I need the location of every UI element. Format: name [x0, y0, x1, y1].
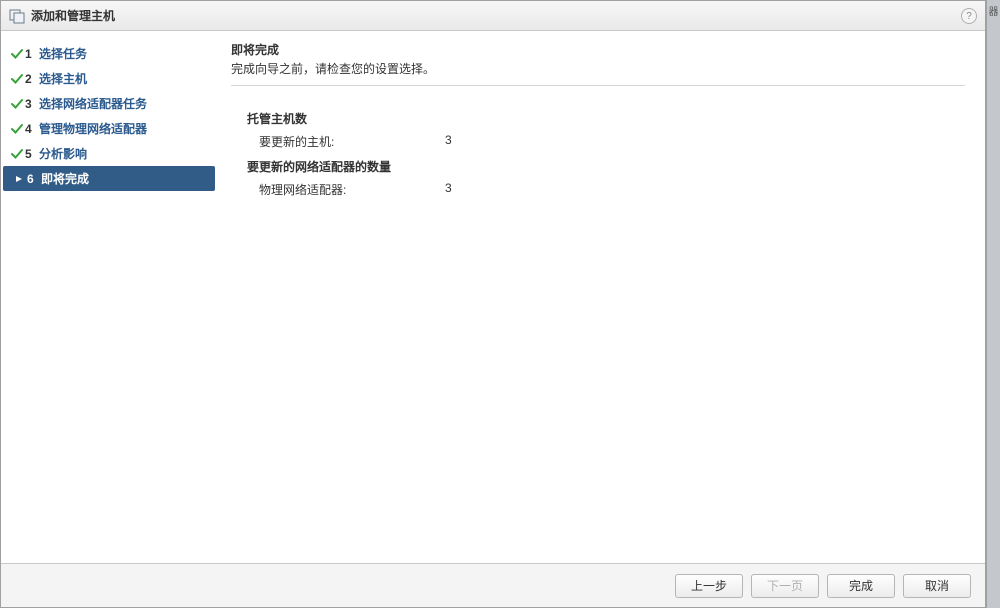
help-icon[interactable]: ?	[961, 8, 977, 24]
summary-row: 物理网络适配器:3	[231, 181, 965, 198]
step-number: 5	[25, 147, 39, 161]
step-number: 3	[25, 97, 39, 111]
wizard-dialog: 添加和管理主机 ? 1选择任务2选择主机3选择网络适配器任务4管理物理网络适配器…	[0, 0, 986, 608]
background-strip: 器	[986, 0, 1000, 608]
nav-step-4[interactable]: 4管理物理网络适配器	[1, 116, 217, 141]
section-title: 托管主机数	[231, 110, 965, 127]
step-label: 选择主机	[39, 70, 87, 87]
titlebar: 添加和管理主机 ?	[1, 1, 985, 31]
check-icon	[9, 73, 25, 85]
background-glyph: 器	[984, 6, 999, 16]
content-subheading: 完成向导之前，请检查您的设置选择。	[231, 60, 965, 85]
check-icon	[9, 148, 25, 160]
summary-value: 3	[445, 133, 452, 150]
nav-step-6: 6即将完成	[3, 166, 215, 191]
step-label: 分析影响	[39, 145, 87, 162]
nav-step-1[interactable]: 1选择任务	[1, 41, 217, 66]
nav-step-2[interactable]: 2选择主机	[1, 66, 217, 91]
dialog-body: 1选择任务2选择主机3选择网络适配器任务4管理物理网络适配器5分析影响6即将完成…	[1, 31, 985, 563]
step-number: 6	[27, 172, 41, 186]
summary-row: 要更新的主机:3	[231, 133, 965, 150]
step-number: 4	[25, 122, 39, 136]
dialog-title: 添加和管理主机	[31, 7, 115, 24]
dialog-footer: 上一步 下一页 完成 取消	[1, 563, 985, 607]
next-button: 下一页	[751, 574, 819, 598]
hosts-icon	[9, 8, 25, 24]
check-icon	[9, 48, 25, 60]
summary-value: 3	[445, 181, 452, 198]
nav-step-5[interactable]: 5分析影响	[1, 141, 217, 166]
step-label: 即将完成	[41, 170, 89, 187]
summary-key: 物理网络适配器:	[259, 181, 445, 198]
step-bullet-icon	[11, 175, 27, 183]
wizard-nav: 1选择任务2选择主机3选择网络适配器任务4管理物理网络适配器5分析影响6即将完成	[1, 31, 217, 563]
content-heading: 即将完成	[231, 41, 965, 60]
divider	[231, 85, 965, 86]
check-icon	[9, 123, 25, 135]
summary-key: 要更新的主机:	[259, 133, 445, 150]
step-number: 2	[25, 72, 39, 86]
back-button[interactable]: 上一步	[675, 574, 743, 598]
nav-step-3[interactable]: 3选择网络适配器任务	[1, 91, 217, 116]
step-label: 选择任务	[39, 45, 87, 62]
summary-sections: 托管主机数要更新的主机:3要更新的网络适配器的数量物理网络适配器:3	[231, 110, 965, 198]
step-label: 管理物理网络适配器	[39, 120, 147, 137]
finish-button[interactable]: 完成	[827, 574, 895, 598]
check-icon	[9, 98, 25, 110]
step-number: 1	[25, 47, 39, 61]
section-title: 要更新的网络适配器的数量	[231, 158, 965, 175]
cancel-button[interactable]: 取消	[903, 574, 971, 598]
wizard-content: 即将完成 完成向导之前，请检查您的设置选择。 托管主机数要更新的主机:3要更新的…	[217, 31, 985, 563]
step-label: 选择网络适配器任务	[39, 95, 147, 112]
